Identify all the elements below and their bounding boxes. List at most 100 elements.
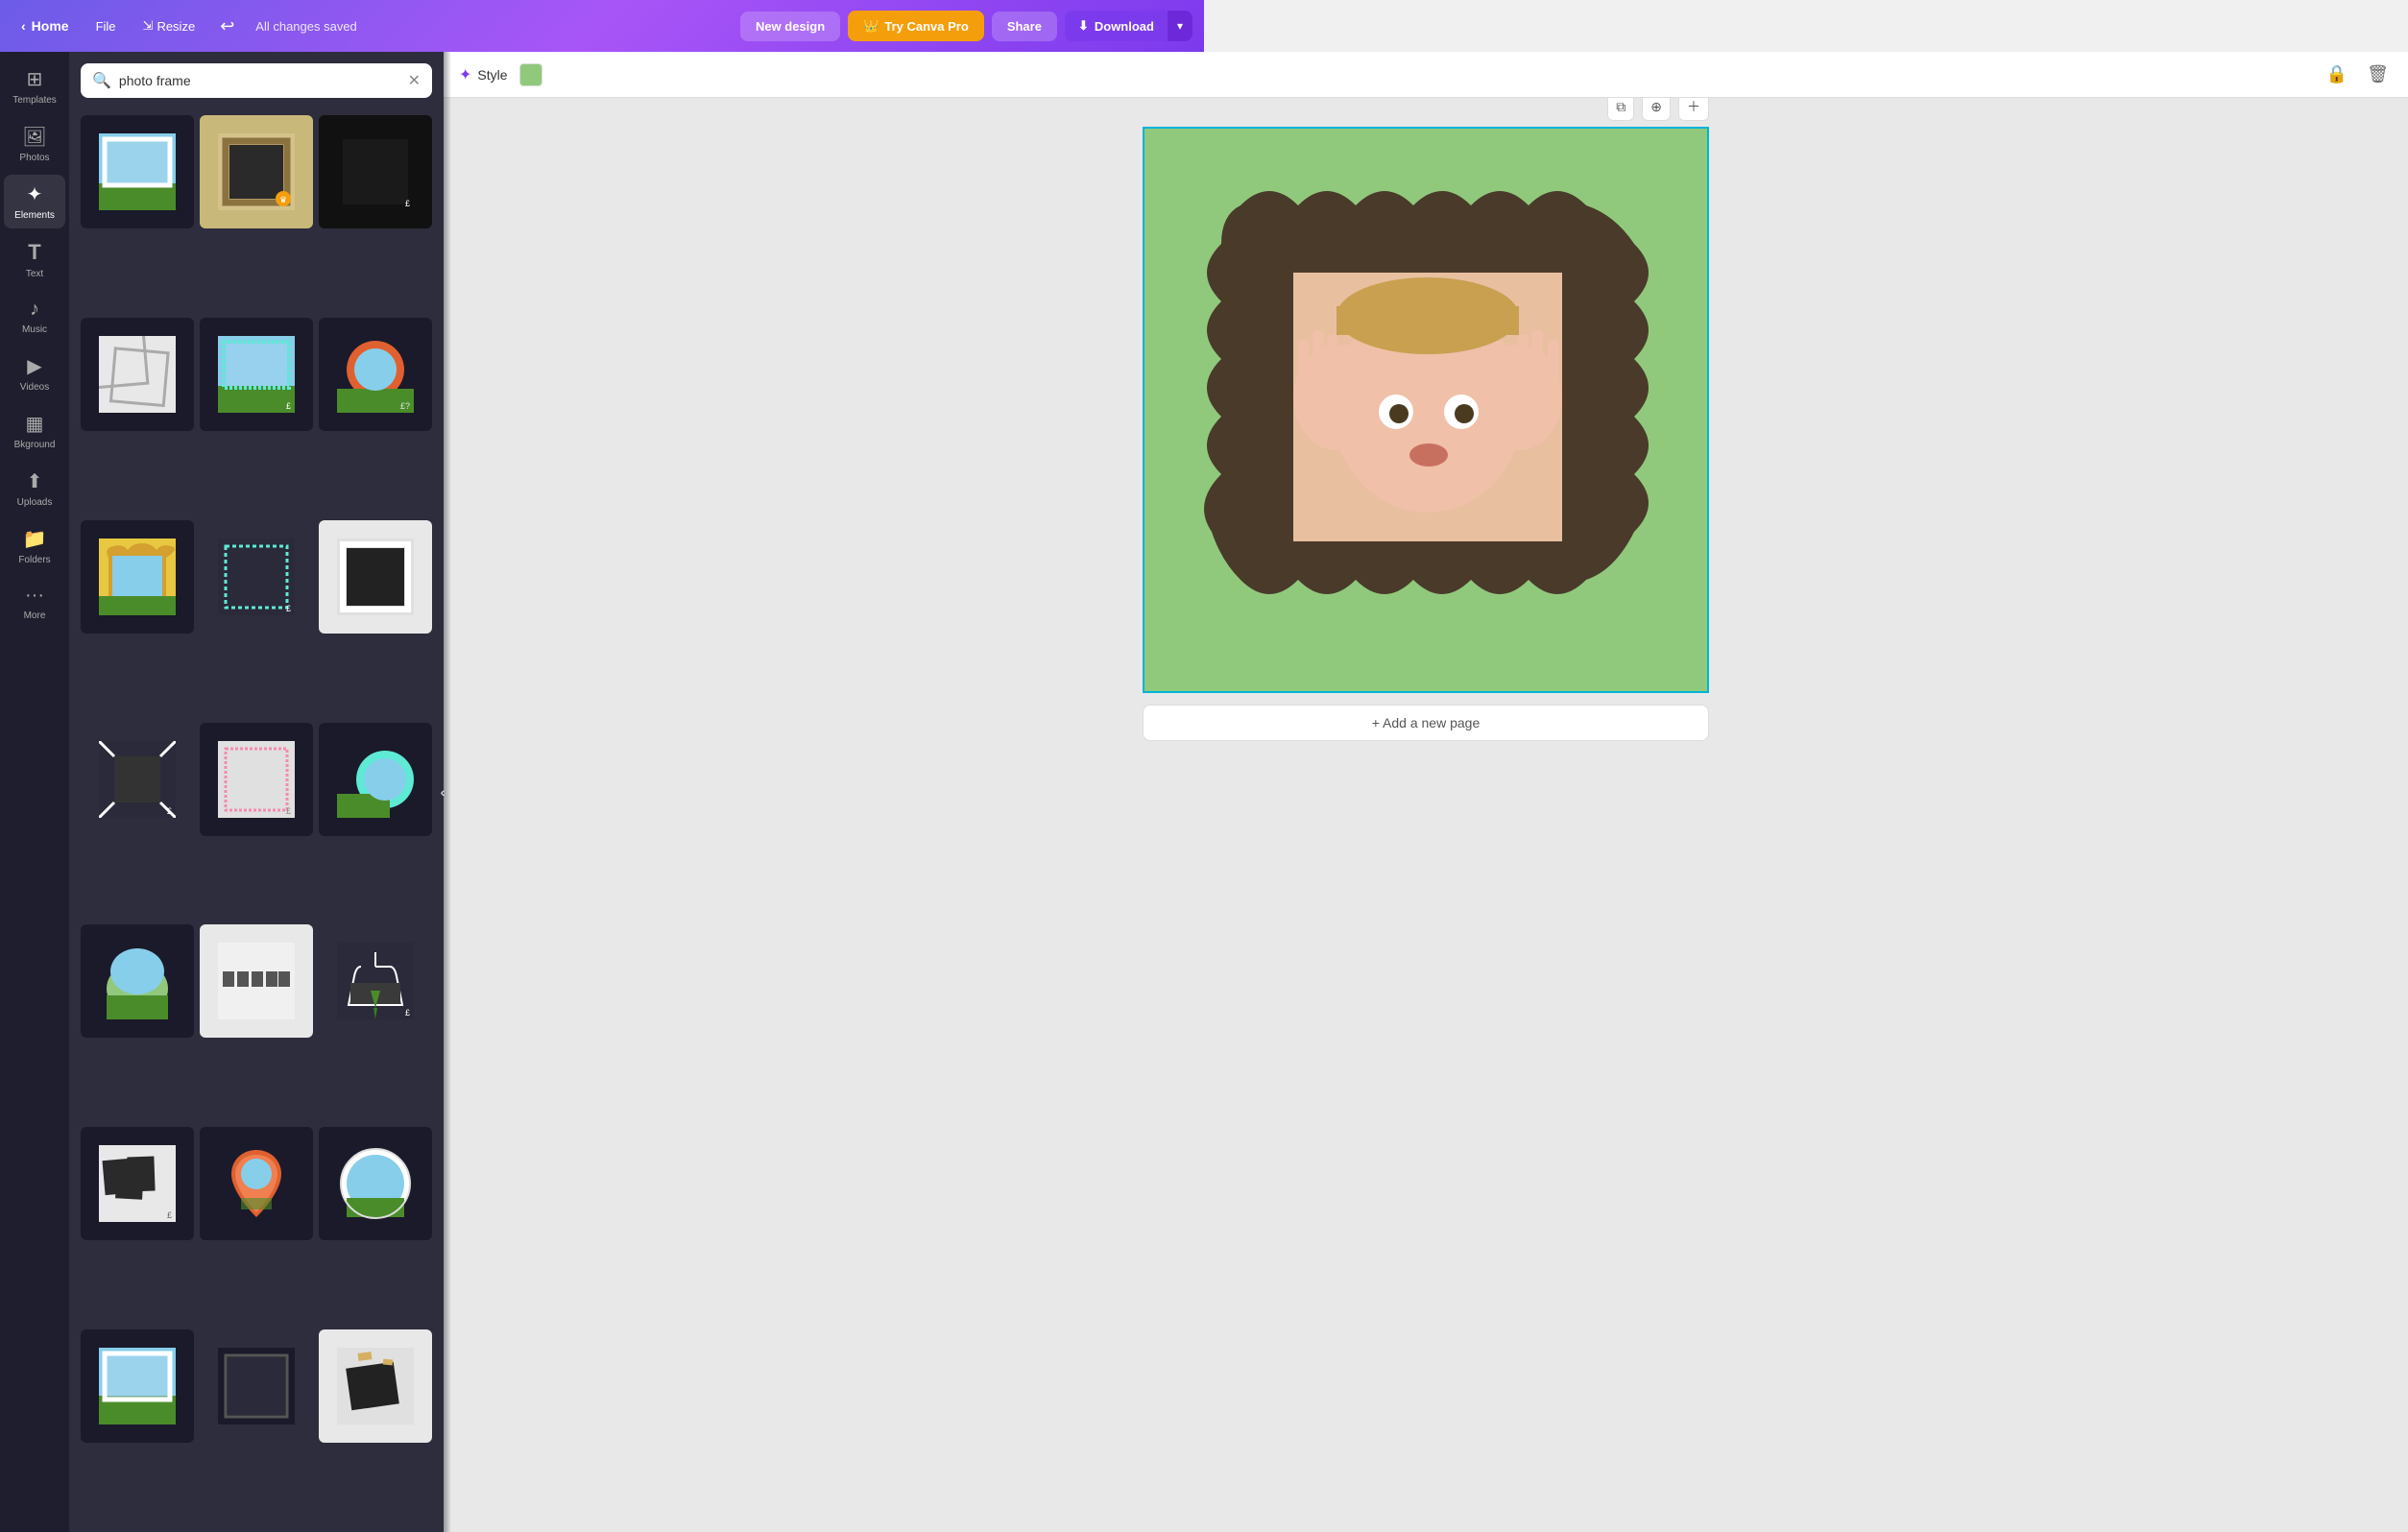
- download-icon: ⬇: [1078, 18, 1089, 34]
- list-item[interactable]: £: [200, 723, 313, 836]
- lock-button[interactable]: 🔒: [2323, 60, 2351, 88]
- try-pro-button[interactable]: 👑 Try Canva Pro: [848, 11, 984, 41]
- search-icon: 🔍: [92, 71, 111, 90]
- duplicate-canvas-button[interactable]: ⧉: [1607, 98, 1634, 121]
- search-input-wrap: 🔍 ✕: [81, 63, 432, 98]
- svg-text:£: £: [167, 806, 172, 816]
- svg-text:♛: ♛: [279, 195, 287, 204]
- sidebar-item-videos[interactable]: ▶ Videos: [4, 347, 65, 400]
- sparkle-icon: ✦: [459, 65, 471, 84]
- svg-text:£: £: [405, 604, 410, 613]
- undo-button[interactable]: ↩: [212, 11, 242, 42]
- resize-icon: ⇲: [143, 18, 154, 34]
- svg-text:£: £: [405, 199, 410, 208]
- list-item[interactable]: [319, 723, 432, 836]
- sidebar-item-label: Templates: [12, 95, 57, 106]
- sidebar-item-label: Folders: [18, 555, 50, 565]
- music-icon: ♪: [30, 299, 39, 321]
- folders-icon: 📁: [23, 527, 47, 551]
- sidebar-item-label: Videos: [20, 382, 49, 393]
- background-icon: ▦: [26, 412, 44, 436]
- delete-button[interactable]: 🗑: [2363, 60, 2393, 88]
- canvas-actions: ⧉ ⊕ ＋: [1607, 98, 1709, 121]
- sidebar-item-label: Elements: [14, 210, 55, 221]
- color-swatch[interactable]: [519, 63, 542, 86]
- saved-status: All changes saved: [255, 19, 357, 34]
- photos-icon: 🖼: [22, 125, 46, 149]
- svg-text:£: £: [405, 1008, 410, 1017]
- text-icon: T: [28, 240, 40, 265]
- add-canvas-button[interactable]: ＋: [1678, 98, 1709, 121]
- sidebar-item-photos[interactable]: 🖼 Photos: [4, 117, 65, 171]
- clear-search-button[interactable]: ✕: [408, 71, 421, 90]
- style-label: ✦ Style: [459, 65, 508, 84]
- download-button[interactable]: ⬇ Download: [1065, 11, 1168, 41]
- list-item[interactable]: £: [81, 1127, 194, 1240]
- sidebar-item-label: Photos: [19, 153, 49, 163]
- canvas-scroll[interactable]: ⧉ ⊕ ＋: [444, 98, 2408, 1532]
- download-chevron-button[interactable]: ▾: [1168, 11, 1192, 41]
- list-item[interactable]: [200, 1329, 313, 1443]
- new-design-button[interactable]: New design: [740, 12, 840, 41]
- sidebar-item-uploads[interactable]: ⬆ Uploads: [4, 462, 65, 515]
- sidebar-item-label: Music: [22, 324, 47, 335]
- list-item[interactable]: £: [200, 318, 313, 431]
- chevron-left-icon: ‹: [21, 18, 26, 34]
- list-item[interactable]: £: [200, 520, 313, 634]
- list-item[interactable]: [81, 318, 194, 431]
- sidebar-item-label: Text: [26, 269, 43, 279]
- top-nav: ‹ Home File ⇲ Resize ↩ All changes saved…: [0, 0, 1204, 52]
- list-item[interactable]: [200, 1127, 313, 1240]
- list-item[interactable]: £: [319, 924, 432, 1038]
- sidebar-item-label: Bkground: [14, 440, 56, 450]
- sidebar-item-templates[interactable]: ⊞ Templates: [4, 60, 65, 113]
- list-item[interactable]: [81, 1329, 194, 1443]
- svg-text:£: £: [167, 1210, 172, 1220]
- hide-panel-button[interactable]: ‹: [434, 52, 451, 1532]
- share-button[interactable]: Share: [992, 12, 1057, 41]
- list-item[interactable]: [81, 924, 194, 1038]
- download-group: ⬇ Download ▾: [1065, 11, 1192, 41]
- sidebar-item-text[interactable]: T Text: [4, 232, 65, 287]
- more-icon: ···: [25, 585, 44, 607]
- add-page-button[interactable]: + Add a new page: [1143, 705, 1709, 741]
- copy-canvas-button[interactable]: ⊕: [1642, 98, 1671, 121]
- canvas-wrapper: ⧉ ⊕ ＋: [1143, 127, 1709, 753]
- list-item[interactable]: [319, 1127, 432, 1240]
- sidebar-item-elements[interactable]: ✦ Elements: [4, 175, 65, 228]
- uploads-icon: ⬆: [27, 469, 43, 493]
- list-item[interactable]: ♛: [200, 115, 313, 228]
- home-button[interactable]: ‹ Home: [12, 12, 79, 39]
- svg-text:£: £: [286, 604, 291, 613]
- file-button[interactable]: File: [86, 13, 126, 39]
- sidebar-item-music[interactable]: ♪ Music: [4, 291, 65, 343]
- svg-text:£: £: [286, 806, 291, 816]
- canvas-frame[interactable]: ↻: [1143, 127, 1709, 693]
- home-label: Home: [32, 18, 69, 34]
- secondary-toolbar: ✦ Style 🔒 🗑: [444, 52, 2408, 98]
- search-panel: 🔍 ✕ ♛: [69, 52, 444, 1532]
- chevron-down-icon: ▾: [1177, 19, 1183, 33]
- toolbar-right-icons: 🔒 🗑: [2323, 60, 2393, 88]
- search-input[interactable]: [119, 73, 400, 88]
- list-item[interactable]: [200, 924, 313, 1038]
- sidebar-item-more[interactable]: ··· More: [4, 577, 65, 629]
- svg-text:£: £: [286, 401, 291, 411]
- list-item[interactable]: £: [319, 520, 432, 634]
- templates-icon: ⊞: [27, 67, 43, 91]
- sidebar-item-label: More: [24, 610, 46, 621]
- list-item[interactable]: £: [81, 723, 194, 836]
- list-item[interactable]: [319, 1329, 432, 1443]
- frames-grid: ♛ £: [69, 109, 444, 1532]
- resize-button[interactable]: ⇲ Resize: [133, 12, 205, 39]
- list-item[interactable]: £?: [319, 318, 432, 431]
- sidebar-item-folders[interactable]: 📁 Folders: [4, 519, 65, 573]
- sidebar-item-background[interactable]: ▦ Bkground: [4, 404, 65, 458]
- search-bar: 🔍 ✕: [69, 52, 444, 109]
- list-item[interactable]: [81, 520, 194, 634]
- list-item[interactable]: £: [319, 115, 432, 228]
- list-item[interactable]: [81, 115, 194, 228]
- refresh-button[interactable]: ↻: [1707, 196, 1709, 227]
- crown-icon: 👑: [863, 18, 879, 34]
- sidebar: ⊞ Templates 🖼 Photos ✦ Elements T Text ♪…: [0, 52, 69, 1532]
